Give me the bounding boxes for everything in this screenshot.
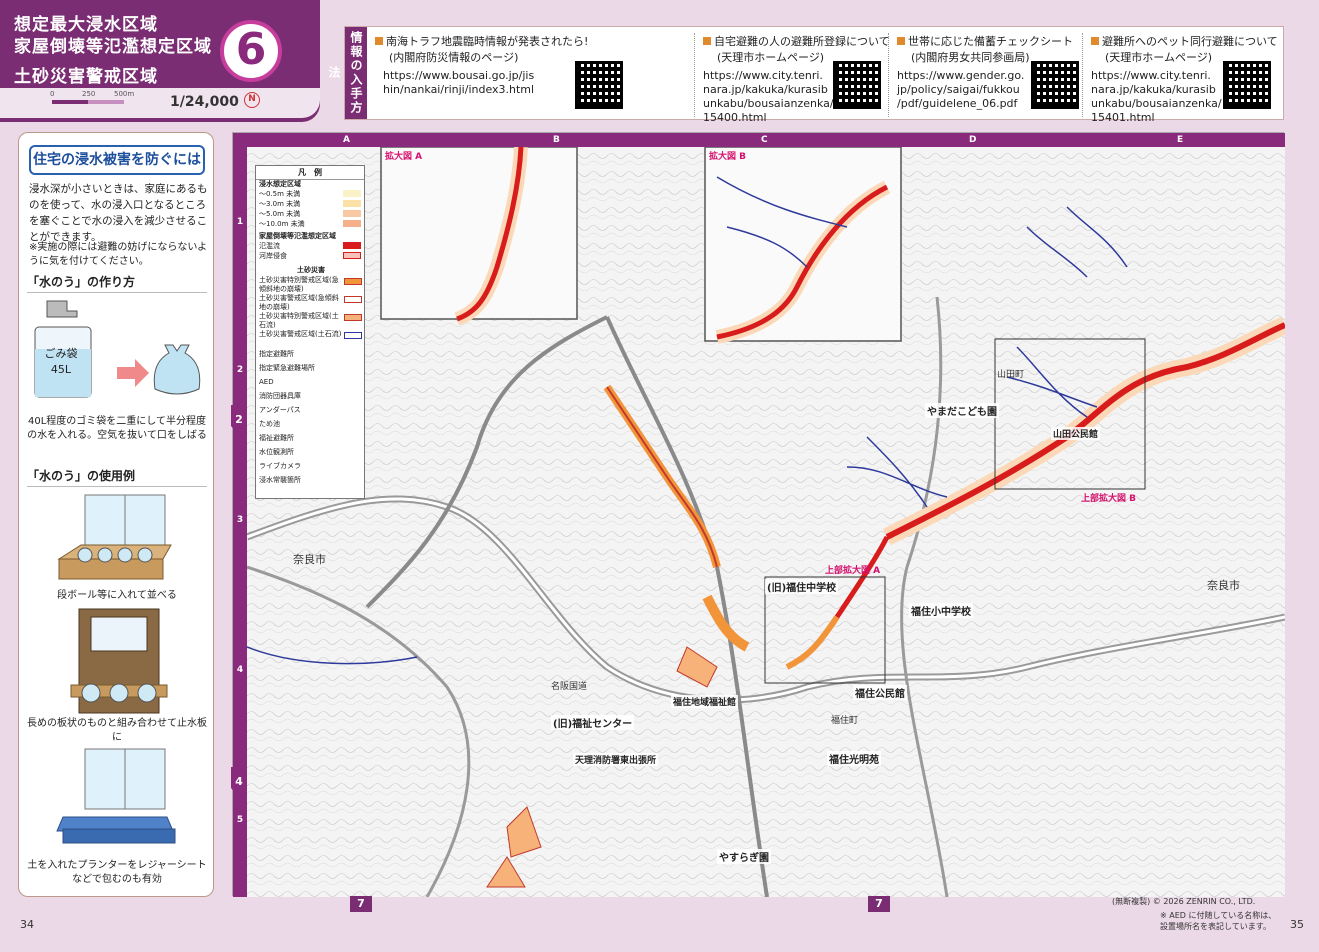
facility-label[interactable]: やまだこども園 (925, 403, 999, 418)
planter-illustration (56, 748, 176, 844)
panel-intro: 浸水深が小さいときは、家庭にあるものを使って、水の浸入口となるところを塞ぐことで… (29, 183, 208, 243)
row-label: 1 (236, 217, 244, 227)
qr-code-icon[interactable] (575, 61, 623, 109)
facility-label[interactable]: (旧)福住中学校 (765, 579, 839, 594)
panel-note: ※実施の際には避難の妨げにならないように気を付けてください。 (29, 242, 208, 267)
scale-bar: 0 250 500m 1/24,000 N (0, 88, 320, 118)
hazard-map[interactable]: A B C D E 1 2 3 4 5 2 4 凡 例 浸水想定区域 ～0.5m… (231, 132, 1285, 897)
bag-label2: 45L (50, 363, 72, 376)
bullet-icon (897, 37, 905, 45)
map-legend: 凡 例 浸水想定区域 ～0.5m 未満 ～3.0m 未満 ～5.0m 未満 ～1… (255, 165, 365, 499)
bag-label1: ごみ袋 (44, 347, 78, 360)
qr-code-icon[interactable] (833, 61, 881, 109)
upper-inset-b-label: 上部拡大図 B (1081, 494, 1136, 504)
col-label: E (1177, 135, 1184, 145)
page-number-right: 35 (1290, 918, 1304, 931)
page-number-left: 34 (20, 918, 34, 931)
info-bar: 情報の入手方法 南海トラフ地震臨時情報が発表されたら! (内閣府防災情報のページ… (327, 26, 1284, 124)
info-url[interactable]: https://www.bousai.go.jp/jis hin/nankai/… (383, 69, 534, 97)
info-url[interactable]: https://www.city.tenri. nara.jp/kakuka/k… (1091, 69, 1222, 125)
aed-note: ※ AED に付随している名称は、設置場所名を表記しています。 (1160, 911, 1277, 931)
facility-label[interactable]: 福住地域福祉館 (671, 695, 739, 708)
facility-label[interactable]: 天理消防署東出張所 (573, 753, 659, 766)
legend-title: 凡 例 (256, 166, 364, 180)
scale-ratio: 1/24,000 (170, 94, 239, 110)
col-label: B (553, 135, 560, 145)
info-item-nankai[interactable]: 南海トラフ地震臨時情報が発表されたら! (内閣府防災情報のページ) https:… (375, 33, 695, 117)
how-to-caption: 40L程度のゴミ袋を二重にして半分程度の水を入れる。空気を抜いて口をしばる (27, 416, 207, 441)
faucet-icon (46, 300, 78, 318)
scale-tick-0: 0 (50, 90, 55, 98)
facility-label[interactable]: 福住公民館 (853, 685, 907, 700)
use-caption-2: 長めの板状のものと組み合わせて止水板に (27, 718, 207, 743)
use-caption-1: 段ボール等に入れて並べる (57, 590, 177, 601)
water-bag-icon (153, 344, 201, 395)
adjacent-map-tab[interactable]: 7 (350, 896, 372, 912)
inset-b-label: 拡大図 B (709, 152, 746, 162)
facility-label[interactable]: (旧)福祉センター (551, 715, 635, 730)
adjacent-map-tab[interactable]: 7 (868, 896, 890, 912)
info-item-pets[interactable]: 避難所へのペット同行避難について (天理市ホームページ) https://www… (1091, 33, 1281, 124)
title-line3: 土砂災害警戒区域 (14, 67, 158, 87)
info-item-stockpile[interactable]: 世帯に応じた備蓄チェックシート (内閣府男女共同参画局) https://www… (897, 33, 1083, 117)
place-name: 名阪国道 (551, 682, 588, 692)
place-name: 山田町 (997, 370, 1025, 380)
row-label: 4 (236, 665, 244, 675)
facility-label[interactable]: 山田公民館 (1051, 427, 1101, 440)
col-label: A (343, 135, 350, 145)
use-caption-3: 土を入れたプランターをレジャーシートなどで包むのも有効 (27, 860, 207, 885)
col-label: D (969, 135, 977, 145)
scale-tick-250: 250 (82, 90, 96, 98)
info-label: 情報の入手方法 (327, 27, 367, 119)
how-to-title: 「水のう」の作り方 (27, 273, 207, 293)
col-label: C (761, 135, 768, 145)
facility-label[interactable]: やすらぎ園 (717, 849, 771, 864)
cardboard-illustration (57, 494, 172, 580)
qr-code-icon[interactable] (1223, 61, 1271, 109)
bullet-icon (1091, 37, 1099, 45)
inset-b (704, 147, 902, 342)
door-illustration (70, 608, 168, 714)
bullet-icon (375, 37, 383, 45)
row-label: 5 (236, 815, 244, 825)
place-name: 奈良市 (293, 553, 326, 566)
info-item-home-shelter[interactable]: 自宅避難の人の避難所登録について (天理市ホームページ) https://www… (703, 33, 890, 124)
info-url[interactable]: https://www.gender.go. jp/policy/saigai/… (897, 69, 1024, 111)
place-name: 奈良市 (1207, 579, 1240, 592)
upper-inset-a-label: 上部拡大図 A (825, 566, 881, 576)
title-line2: 家屋倒壊等氾濫想定区域 (14, 37, 212, 57)
panel-title: 住宅の浸水被害を防ぐには (29, 145, 205, 175)
north-arrow-icon: N (244, 92, 260, 108)
map-canvas (247, 147, 1285, 897)
qr-code-icon[interactable] (1031, 61, 1079, 109)
inset-a-label: 拡大図 A (385, 152, 423, 162)
column-index: A B C D E (233, 133, 1285, 147)
scale-line (52, 100, 124, 104)
facility-label[interactable]: 福住光明苑 (827, 751, 881, 766)
facility-label[interactable]: 福住小中学校 (909, 603, 973, 618)
place-name: 福住町 (831, 716, 859, 726)
row-label: 3 (236, 515, 244, 525)
info-url[interactable]: https://www.city.tenri. nara.jp/kakuka/k… (703, 69, 834, 125)
map-number: 6 (220, 20, 282, 82)
use-title: 「水のう」の使用例 (27, 467, 207, 487)
flood-prevention-panel: 住宅の浸水被害を防ぐには 浸水深が小さいときは、家庭にあるものを使って、水の浸入… (18, 132, 214, 897)
arrow-right-icon (117, 359, 149, 387)
scale-tick-500: 500m (114, 90, 135, 98)
copyright: (無断複製) © 2026 ZENRIN CO., LTD. (1112, 897, 1256, 906)
bullet-icon (703, 37, 711, 45)
row-label: 2 (236, 365, 244, 375)
